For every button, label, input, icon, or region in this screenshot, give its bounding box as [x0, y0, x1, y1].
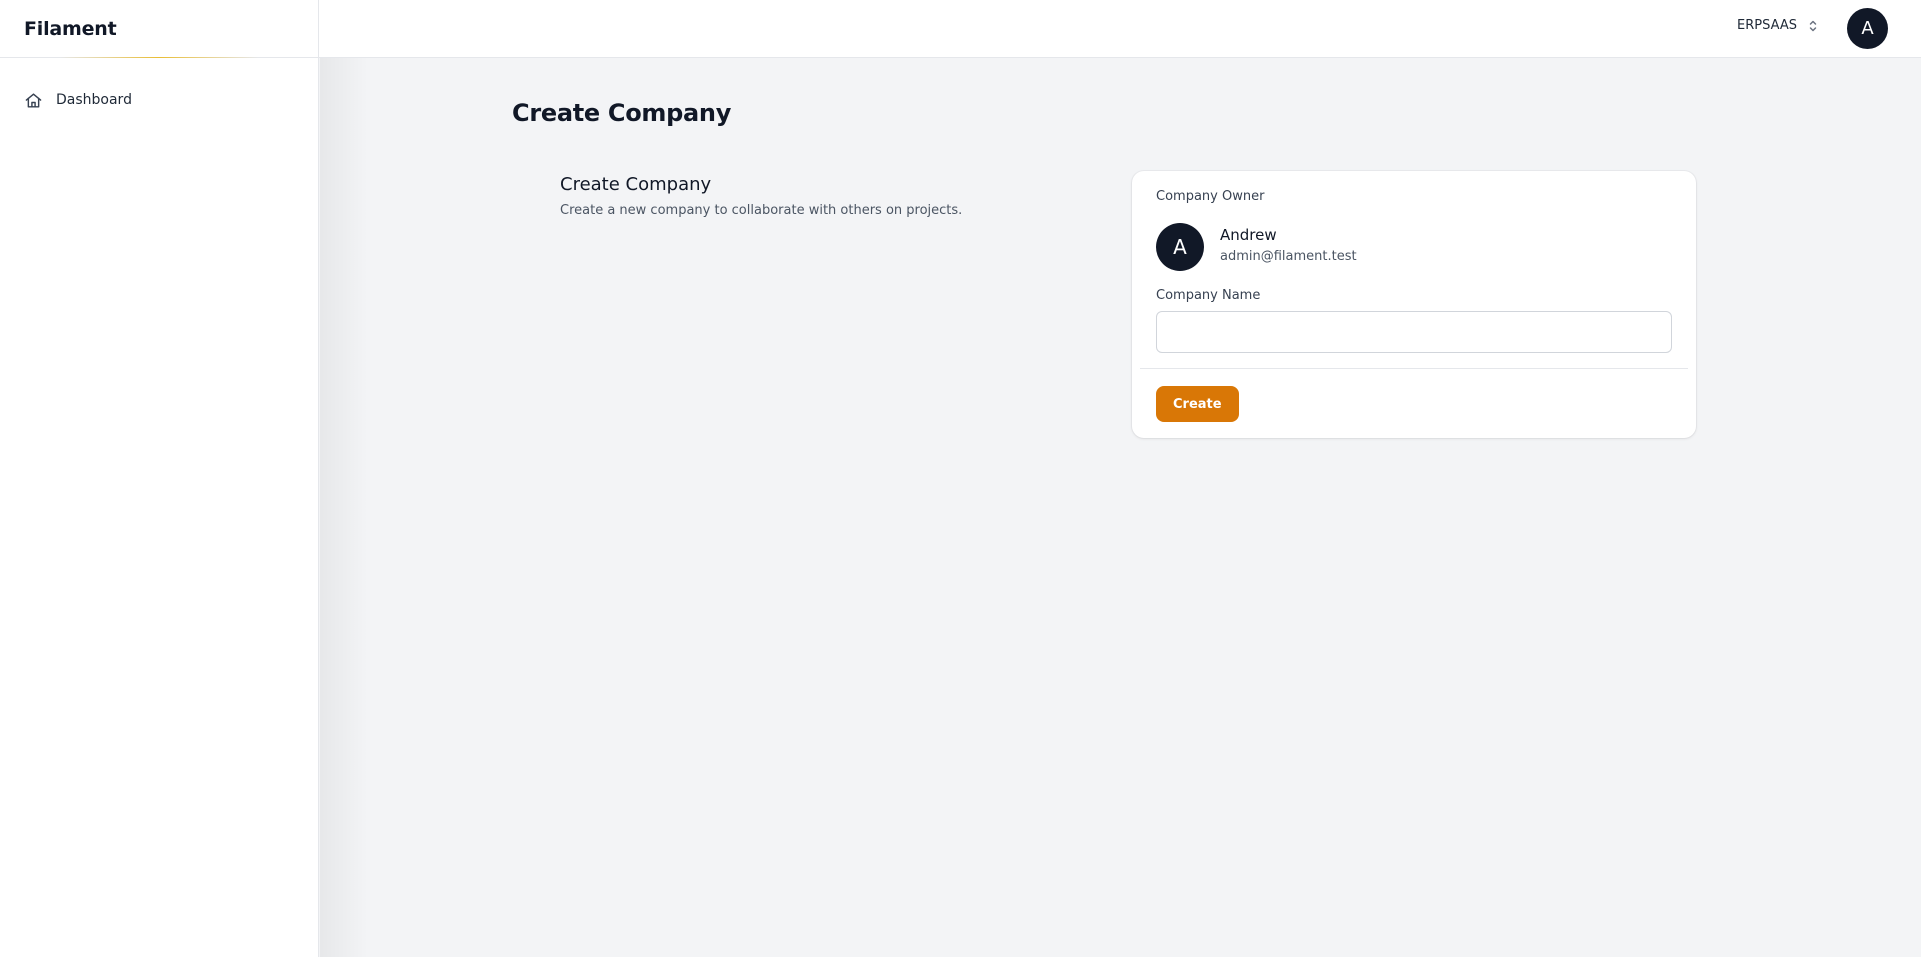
brand-bar: Filament: [0, 0, 318, 58]
sidebar: Filament Dashboard: [0, 0, 319, 957]
chevron-up-down-icon: [1807, 19, 1819, 33]
owner-avatar: A: [1156, 223, 1204, 271]
sidebar-item-dashboard[interactable]: Dashboard: [24, 90, 294, 110]
brand-logo[interactable]: Filament: [24, 18, 117, 40]
owner-email: admin@filament.test: [1220, 249, 1357, 264]
topbar: ERPSAAS A: [319, 0, 1921, 58]
team-switcher[interactable]: ERPSAAS: [1737, 18, 1819, 33]
card-divider: [1140, 368, 1688, 369]
sidebar-nav: Dashboard: [0, 58, 318, 110]
company-owner-label: Company Owner: [1156, 189, 1265, 204]
section-info: Create Company Create a new company to c…: [560, 174, 1040, 218]
content-edge-shadow: [320, 58, 368, 957]
create-button[interactable]: Create: [1156, 386, 1239, 422]
section-description: Create a new company to collaborate with…: [560, 203, 963, 218]
company-name-input[interactable]: [1156, 311, 1672, 353]
page-title: Create Company: [512, 99, 732, 127]
team-name: ERPSAAS: [1737, 18, 1797, 33]
user-avatar[interactable]: A: [1847, 8, 1888, 49]
section-title: Create Company: [560, 174, 712, 195]
sidebar-item-label: Dashboard: [56, 92, 132, 108]
company-name-label: Company Name: [1156, 288, 1261, 303]
owner-name: Andrew: [1220, 226, 1277, 244]
home-icon: [24, 91, 43, 110]
create-company-form: Company Owner A Andrew admin@filament.te…: [1132, 171, 1696, 438]
